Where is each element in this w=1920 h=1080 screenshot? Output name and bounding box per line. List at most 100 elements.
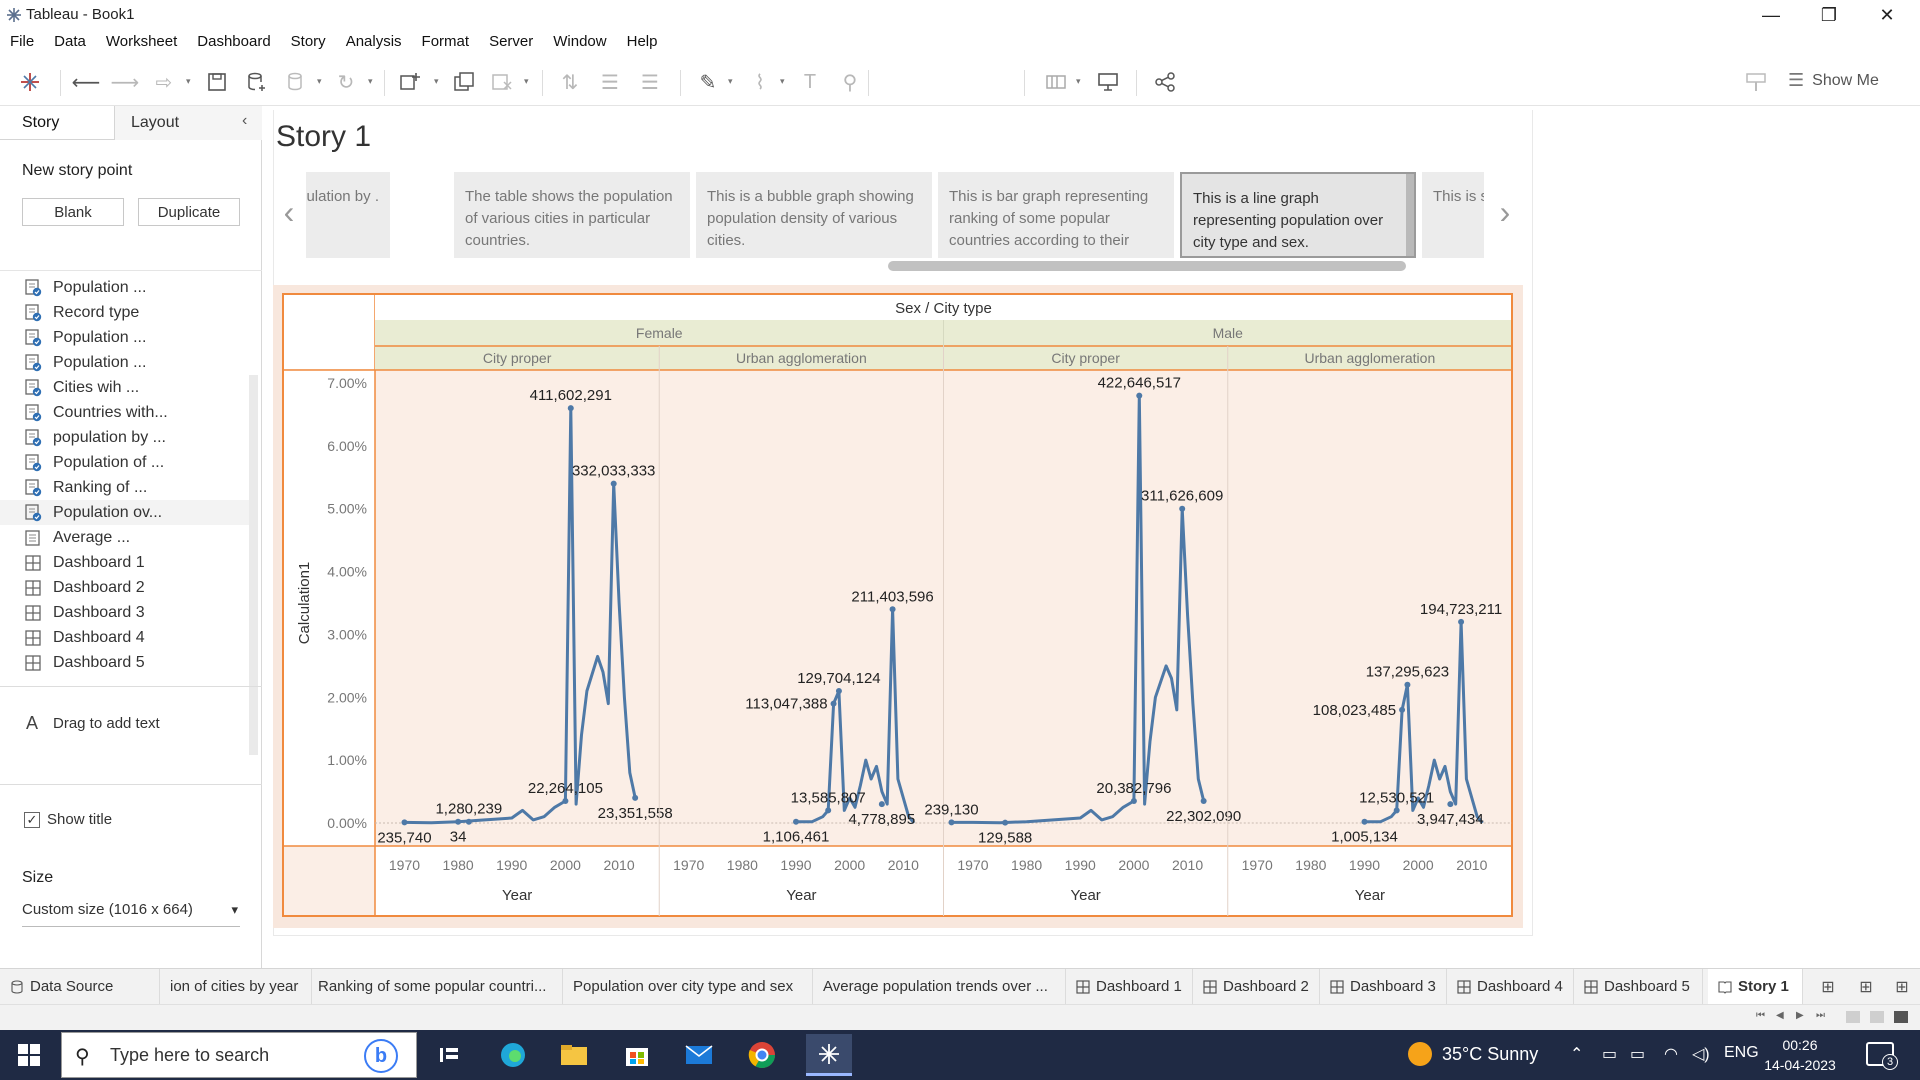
new-worksheet-icon[interactable] bbox=[398, 70, 422, 94]
menu-data[interactable]: Data bbox=[44, 30, 96, 56]
highlight-icon[interactable]: ✎ bbox=[696, 70, 720, 94]
sheet-list-item[interactable]: Dashboard 3 bbox=[0, 600, 250, 625]
windows-start-icon[interactable] bbox=[18, 1044, 40, 1066]
taskbar-search[interactable]: ⚲ Type here to search b bbox=[61, 1032, 417, 1078]
refresh-icon[interactable]: ↻ bbox=[334, 70, 358, 94]
new-worksheet-tab-icon[interactable]: ⊞ bbox=[1818, 977, 1838, 997]
sheet-list-item[interactable]: Population ... bbox=[0, 275, 250, 300]
tabs-view-icon[interactable] bbox=[1894, 1011, 1908, 1023]
previous-story-point-icon[interactable]: ‹ bbox=[274, 194, 304, 231]
menu-story[interactable]: Story bbox=[281, 30, 336, 56]
new-dashboard-tab-icon[interactable]: ⊞ bbox=[1856, 977, 1876, 997]
tab-story[interactable]: Story bbox=[22, 114, 59, 132]
new-story-tab-icon[interactable]: ⊞ bbox=[1892, 977, 1912, 997]
sheet-list-item[interactable]: Dashboard 1 bbox=[0, 550, 250, 575]
story-point-caption[interactable]: This is bar graph representing ranking o… bbox=[938, 172, 1174, 258]
tableau-taskbar-icon[interactable] bbox=[806, 1034, 852, 1076]
redo-icon[interactable]: ⟶ bbox=[111, 70, 140, 94]
sheet-tab[interactable]: Dashboard 3 bbox=[1320, 969, 1447, 1004]
minimize-button[interactable]: — bbox=[1742, 2, 1800, 28]
sort-ascending-icon[interactable]: ☰ bbox=[598, 70, 622, 94]
menu-file[interactable]: File bbox=[0, 30, 44, 56]
chrome-icon[interactable] bbox=[745, 1038, 779, 1072]
story-point-caption[interactable]: This is a line graph representing popula… bbox=[1180, 172, 1416, 258]
pause-updates-icon[interactable] bbox=[283, 70, 307, 94]
story-point-caption[interactable]: This is showir type ar bbox=[1422, 172, 1484, 258]
viz-container[interactable] bbox=[273, 285, 1523, 928]
battery-icon[interactable]: ▭ bbox=[1630, 1044, 1645, 1064]
sheet-tab[interactable]: Story 1 bbox=[1708, 969, 1803, 1004]
store-icon[interactable] bbox=[620, 1038, 654, 1072]
sheet-tab[interactable]: Dashboard 5 bbox=[1574, 969, 1703, 1004]
show-title-checkbox[interactable]: ✓ bbox=[24, 812, 40, 828]
restore-button[interactable]: ❐ bbox=[1800, 2, 1858, 28]
show-mark-labels-icon[interactable]: T bbox=[798, 70, 822, 94]
menu-window[interactable]: Window bbox=[543, 30, 616, 56]
story-point-caption[interactable]: This is a bubble graph showing populatio… bbox=[696, 172, 932, 258]
show-me-button[interactable]: ☰ Show Me bbox=[1788, 70, 1879, 91]
meet-now-icon[interactable]: ▭ bbox=[1602, 1044, 1617, 1064]
wifi-icon[interactable]: ◠ bbox=[1664, 1044, 1678, 1064]
volume-icon[interactable]: ◁) bbox=[1692, 1044, 1710, 1064]
sort-descending-icon[interactable]: ☰ bbox=[638, 70, 662, 94]
share-icon[interactable] bbox=[1153, 70, 1177, 94]
notifications-icon[interactable]: 3 bbox=[1866, 1042, 1898, 1070]
sheet-list-item[interactable]: population by ... bbox=[0, 425, 250, 450]
format-workbook-icon[interactable] bbox=[1744, 70, 1768, 94]
navigator-scrollbar[interactable] bbox=[888, 261, 1406, 271]
clock[interactable]: 00:26 14-04-2023 bbox=[1764, 1035, 1836, 1075]
menu-format[interactable]: Format bbox=[412, 30, 480, 56]
sheet-list-item[interactable]: Population of ... bbox=[0, 450, 250, 475]
sheet-list-item[interactable]: Record type bbox=[0, 300, 250, 325]
menu-worksheet[interactable]: Worksheet bbox=[96, 30, 187, 56]
sheet-list-item[interactable]: Dashboard 2 bbox=[0, 575, 250, 600]
sheet-list-item[interactable]: Dashboard 5 bbox=[0, 650, 250, 675]
new-data-source-icon[interactable] bbox=[244, 70, 268, 94]
prev-sheet-icon[interactable]: ◀ bbox=[1776, 1010, 1784, 1021]
language-indicator[interactable]: ENG bbox=[1724, 1044, 1759, 1062]
weather-widget[interactable]: 35°C Sunny bbox=[1408, 1042, 1538, 1066]
sheet-list-item[interactable]: Population ov... bbox=[0, 500, 250, 525]
menu-server[interactable]: Server bbox=[479, 30, 543, 56]
undo-icon[interactable]: ⟵ bbox=[72, 70, 101, 94]
sheet-list-item[interactable]: Ranking of ... bbox=[0, 475, 250, 500]
sheet-list-item[interactable]: Population ... bbox=[0, 325, 250, 350]
sheet-tab[interactable]: ion of cities by year bbox=[160, 969, 312, 1004]
duplicate-button[interactable]: Duplicate bbox=[138, 198, 240, 226]
story-point-caption[interactable]: The table shows the population of variou… bbox=[454, 172, 690, 258]
size-dropdown[interactable]: Custom size (1016 x 664) bbox=[22, 901, 240, 927]
mail-icon[interactable] bbox=[682, 1038, 716, 1072]
blank-button[interactable]: Blank bbox=[22, 198, 124, 226]
sheet-tab[interactable]: Data Source bbox=[0, 969, 160, 1004]
sheet-tab[interactable]: Dashboard 1 bbox=[1066, 969, 1193, 1004]
file-explorer-icon[interactable] bbox=[557, 1038, 591, 1072]
sheet-tab[interactable]: Dashboard 4 bbox=[1447, 969, 1574, 1004]
duplicate-sheet-icon[interactable] bbox=[452, 70, 476, 94]
story-point-caption[interactable]: chart g population by . bbox=[306, 172, 390, 258]
bing-icon[interactable]: b bbox=[364, 1039, 398, 1073]
group-members-icon[interactable]: ⌇ bbox=[748, 70, 772, 94]
edge-icon[interactable] bbox=[496, 1038, 530, 1072]
sheet-tab[interactable]: Ranking of some popular countri... bbox=[308, 969, 563, 1004]
next-sheet-icon[interactable]: ▶ bbox=[1796, 1010, 1804, 1021]
save-icon[interactable] bbox=[205, 70, 229, 94]
show-cards-icon[interactable] bbox=[1044, 70, 1068, 94]
sheet-list-item[interactable]: Cities wih ... bbox=[0, 375, 250, 400]
first-sheet-icon[interactable]: ⏮ bbox=[1756, 1010, 1765, 1021]
clear-sheet-icon[interactable] bbox=[490, 70, 514, 94]
tab-layout[interactable]: Layout bbox=[131, 114, 179, 132]
fix-axes-icon[interactable]: ⚲ bbox=[838, 70, 862, 94]
sheet-list-item[interactable]: Dashboard 4 bbox=[0, 625, 250, 650]
tableau-home-icon[interactable] bbox=[18, 70, 42, 94]
sheet-list-item[interactable]: Population ... bbox=[0, 350, 250, 375]
presentation-mode-icon[interactable] bbox=[1096, 70, 1120, 94]
menu-analysis[interactable]: Analysis bbox=[336, 30, 412, 56]
menu-dashboard[interactable]: Dashboard bbox=[187, 30, 280, 56]
drag-to-add-text[interactable]: A Drag to add text bbox=[0, 686, 262, 771]
task-view-icon[interactable] bbox=[432, 1038, 466, 1072]
sheet-list-item[interactable]: Countries with... bbox=[0, 400, 250, 425]
collapse-pane-icon[interactable]: ‹ bbox=[242, 112, 247, 130]
swap-rows-columns-icon[interactable]: ⇅ bbox=[558, 70, 582, 94]
next-story-point-icon[interactable]: › bbox=[1490, 194, 1520, 231]
sheet-tab[interactable]: Population over city type and sex bbox=[563, 969, 813, 1004]
